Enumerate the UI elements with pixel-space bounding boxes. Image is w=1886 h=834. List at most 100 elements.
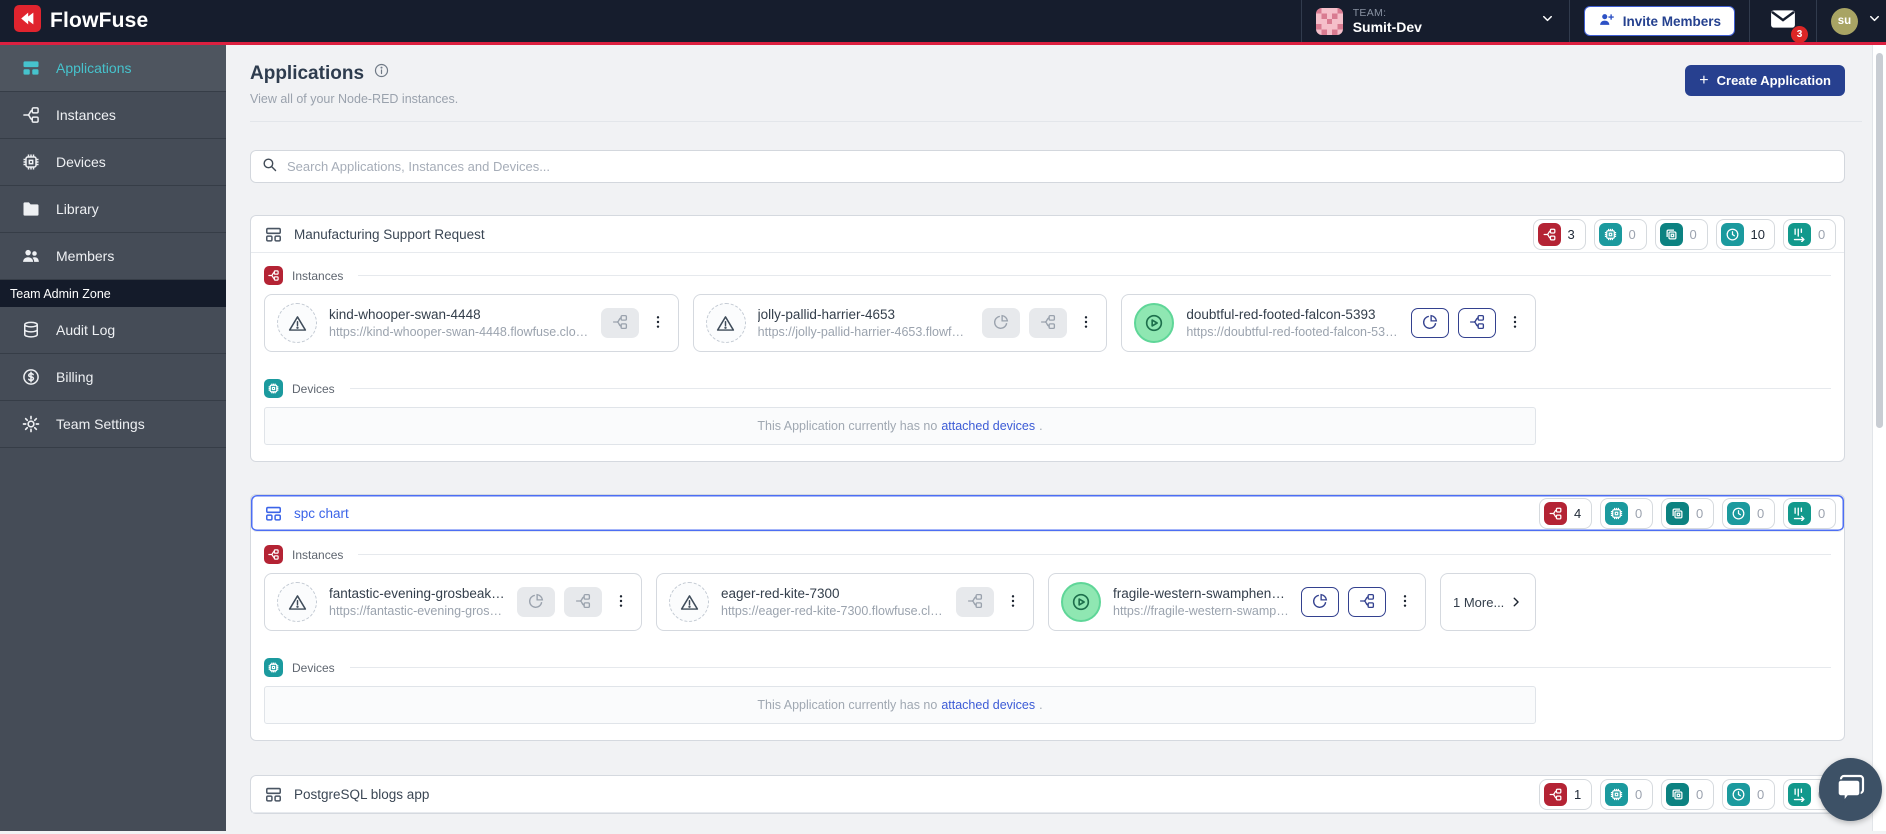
sidebar-item-library[interactable]: Library: [0, 186, 226, 233]
scrollbar-thumb[interactable]: [1876, 53, 1883, 428]
info-icon[interactable]: [373, 62, 390, 85]
chevron-right-icon: [1509, 595, 1523, 609]
chat-button[interactable]: [1819, 758, 1882, 821]
empty-devices-period: .: [1039, 419, 1043, 433]
sidebar-item-applications[interactable]: Applications: [0, 45, 226, 92]
application-name: spc chart: [294, 505, 349, 521]
pie-chart-icon: [992, 313, 1010, 334]
search-icon: [261, 156, 278, 178]
node-red-editor-icon: [1358, 592, 1376, 613]
sidebar-item-team-settings[interactable]: Team Settings: [0, 401, 226, 448]
section-divider: [358, 554, 1831, 555]
badge-devices: 0: [1600, 497, 1653, 529]
dashboard-button[interactable]: [982, 308, 1021, 338]
open-editor-button[interactable]: [1458, 308, 1497, 338]
sidebar-item-label: Billing: [56, 369, 94, 385]
node-red-icon: [264, 266, 283, 285]
open-editor-button[interactable]: [564, 587, 602, 617]
clock-icon: [1720, 222, 1744, 246]
application-card: spc chart 4 0 0 0 0 Instances fantastic-…: [250, 494, 1845, 741]
invite-members-label: Invite Members: [1622, 13, 1721, 29]
node-red-icon: [1544, 501, 1567, 525]
dashboard-button[interactable]: [517, 587, 555, 617]
create-application-button[interactable]: + Create Application: [1685, 65, 1845, 96]
kebab-icon: [1005, 593, 1021, 612]
invite-section: Invite Members: [1568, 0, 1749, 42]
chip-group-icon: [1666, 501, 1689, 525]
more-instances-card[interactable]: 1 More...: [1440, 573, 1536, 631]
sidebar-item-instances[interactable]: Instances: [0, 92, 226, 139]
application-icon: [264, 785, 283, 804]
instance-name: fantastic-evening-grosbeak-8886: [329, 586, 505, 601]
badge-snapshots: 0: [1722, 497, 1775, 529]
open-editor-button[interactable]: [600, 308, 639, 338]
sidebar-item-billing[interactable]: Billing: [0, 354, 226, 401]
node-red-instances-icon: [21, 105, 41, 125]
application-icon: [264, 225, 283, 244]
node-red-editor-icon: [1039, 313, 1057, 334]
application-name: Manufacturing Support Request: [294, 226, 485, 242]
kebab-menu-button[interactable]: [1076, 308, 1096, 338]
kebab-menu-button[interactable]: [648, 308, 668, 338]
dashboard-button[interactable]: [1301, 587, 1339, 617]
user-menu[interactable]: su: [1816, 0, 1886, 42]
badge-device-groups: 0: [1654, 218, 1708, 250]
flowfuse-logo[interactable]: FlowFuse: [14, 5, 148, 37]
pipelines-icon: [1788, 222, 1811, 246]
sidebar-item-devices[interactable]: Devices: [0, 139, 226, 186]
pipelines-icon: [1788, 501, 1811, 525]
sidebar-item-members[interactable]: Members: [0, 233, 226, 280]
instance-card[interactable]: eager-red-kite-7300 https://eager-red-ki…: [656, 573, 1034, 631]
pie-chart-icon: [1311, 592, 1329, 613]
invite-members-button[interactable]: Invite Members: [1583, 6, 1735, 36]
search-input[interactable]: [287, 159, 1834, 174]
application-icon: [264, 504, 283, 523]
empty-devices-period: .: [1039, 698, 1043, 712]
instance-card[interactable]: fragile-western-swamphen-2732 https://fr…: [1048, 573, 1426, 631]
instance-name: kind-whooper-swan-4448: [329, 307, 481, 322]
sidebar-item-audit-log[interactable]: Audit Log: [0, 307, 226, 354]
instance-warning-icon: [669, 582, 709, 622]
sidebar-item-label: Members: [56, 248, 115, 264]
chip-group-icon: [1666, 782, 1689, 806]
team-selector[interactable]: TEAM: Sumit-Dev: [1300, 0, 1569, 42]
dashboard-button[interactable]: [1411, 308, 1450, 338]
application-header-row[interactable]: PostgreSQL blogs app 1 0 0 0: [251, 776, 1844, 813]
instance-url: https://kind-whooper-swan-4448.flowfuse.…: [329, 325, 589, 339]
instance-card[interactable]: doubtful-red-footed-falcon-5393 https://…: [1121, 294, 1537, 352]
instance-card[interactable]: fantastic-evening-grosbeak-8886 https://…: [264, 573, 642, 631]
users-icon: [21, 246, 41, 266]
topbar: FlowFuse TEAM: Sumit-Dev Invite Members …: [0, 0, 1886, 45]
kebab-menu-button[interactable]: [1003, 587, 1023, 617]
instances-section-label: Instances: [292, 547, 344, 562]
attached-devices-link[interactable]: attached devices: [941, 698, 1035, 712]
kebab-menu-button[interactable]: [1505, 308, 1525, 338]
open-editor-button[interactable]: [956, 587, 994, 617]
badge-count: 0: [1635, 505, 1643, 521]
attached-devices-link[interactable]: attached devices: [941, 419, 1035, 433]
badge-pipelines: 0: [1783, 497, 1836, 529]
kebab-menu-button[interactable]: [1395, 587, 1415, 617]
gear-icon: [21, 414, 41, 434]
instance-url: https://jolly-pallid-harrier-4653.flowfu…: [757, 325, 971, 339]
badge-count: 0: [1635, 786, 1643, 802]
kebab-menu-button[interactable]: [611, 587, 631, 617]
badge-instances: 4: [1539, 497, 1592, 529]
badge-count: 0: [1696, 786, 1704, 802]
application-card: Manufacturing Support Request 3 0 0 10 0…: [250, 215, 1845, 462]
application-card: PostgreSQL blogs app 1 0 0 0: [250, 775, 1845, 814]
team-label: TEAM:: [1352, 6, 1387, 19]
notifications-section: 3: [1749, 0, 1816, 43]
application-header-row[interactable]: spc chart 4 0 0 0 0: [251, 495, 1844, 532]
section-divider: [358, 275, 1831, 276]
open-editor-button[interactable]: [1348, 587, 1386, 617]
mail-button[interactable]: 3: [1764, 4, 1808, 43]
badge-count: 0: [1628, 226, 1636, 242]
empty-devices-text: This Application currently has no: [757, 698, 938, 712]
open-editor-button[interactable]: [1029, 308, 1068, 338]
instance-card[interactable]: kind-whooper-swan-4448 https://kind-whoo…: [264, 294, 679, 352]
page-title: Applications: [250, 62, 365, 84]
application-header-row[interactable]: Manufacturing Support Request 3 0 0 10 0: [251, 216, 1844, 253]
instance-card[interactable]: jolly-pallid-harrier-4653 https://jolly-…: [692, 294, 1108, 352]
chip-icon: [21, 152, 41, 172]
